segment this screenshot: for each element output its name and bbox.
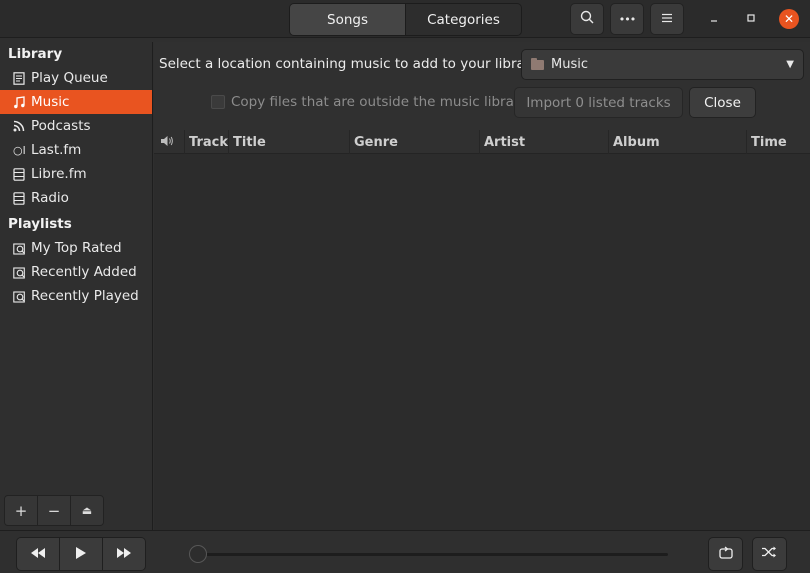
sidebar-item-label: Recently Added bbox=[31, 264, 137, 280]
previous-button[interactable] bbox=[17, 538, 59, 570]
search-icon bbox=[580, 10, 594, 28]
window-close-button[interactable]: ✕ bbox=[779, 9, 799, 29]
chevron-down-icon: ▼ bbox=[786, 59, 794, 70]
sidebar-item-label: Play Queue bbox=[31, 70, 108, 86]
close-button[interactable]: Close bbox=[689, 87, 756, 118]
table-header: Track Title Genre Artist Album Time bbox=[154, 130, 810, 154]
search-button[interactable] bbox=[570, 3, 604, 35]
repeat-icon bbox=[718, 545, 733, 563]
speaker-icon bbox=[160, 135, 174, 150]
column-title[interactable]: Title bbox=[228, 130, 349, 154]
location-value: Music bbox=[551, 57, 588, 72]
tab-songs[interactable]: Songs bbox=[290, 4, 405, 35]
smart-playlist-icon bbox=[13, 266, 31, 279]
column-album[interactable]: Album bbox=[608, 130, 746, 154]
shuffle-button[interactable] bbox=[752, 537, 787, 571]
eject-button[interactable]: ⏏ bbox=[70, 496, 103, 525]
sidebar-item-label: Recently Played bbox=[31, 288, 139, 304]
sidebar-item-label: My Top Rated bbox=[31, 240, 122, 256]
main-panel: Select a location containing music to ad… bbox=[154, 42, 810, 530]
menu-button[interactable] bbox=[650, 3, 684, 35]
previous-icon bbox=[31, 547, 45, 561]
play-queue-icon bbox=[13, 71, 31, 85]
column-genre[interactable]: Genre bbox=[349, 130, 479, 154]
column-playing[interactable] bbox=[154, 130, 184, 154]
location-label: Select a location containing music to ad… bbox=[159, 56, 542, 72]
sidebar-item-radio[interactable]: Radio bbox=[0, 186, 152, 210]
sidebar-item-recently-played[interactable]: Recently Played bbox=[0, 284, 152, 308]
librefm-icon bbox=[13, 167, 31, 181]
column-artist[interactable]: Artist bbox=[479, 130, 608, 154]
next-button[interactable] bbox=[102, 538, 145, 570]
import-bar: Select a location containing music to ad… bbox=[154, 42, 810, 130]
copy-files-checkbox[interactable]: Copy files that are outside the music li… bbox=[211, 94, 527, 110]
sidebar-item-label: Last.fm bbox=[31, 142, 82, 158]
lastfm-icon: ○ⅼ bbox=[13, 143, 26, 157]
seek-handle[interactable] bbox=[189, 545, 207, 563]
minimize-button[interactable] bbox=[704, 9, 724, 29]
playlists-heading: Playlists bbox=[8, 216, 72, 232]
sidebar-item-recently-added[interactable]: Recently Added bbox=[0, 260, 152, 284]
add-icon: + bbox=[14, 501, 28, 520]
next-icon bbox=[117, 547, 131, 561]
more-icon: ••• bbox=[618, 12, 636, 26]
play-button[interactable] bbox=[59, 538, 102, 570]
library-heading: Library bbox=[8, 46, 63, 62]
sidebar-item-label: Podcasts bbox=[31, 118, 91, 134]
sidebar-item-librefm[interactable]: Libre.fm bbox=[0, 162, 152, 186]
smart-playlist-icon bbox=[13, 242, 31, 255]
player-bar bbox=[0, 530, 810, 573]
sidebar: Library Play Queue Music Podcasts ○ⅼ Las… bbox=[0, 42, 153, 530]
sidebar-item-lastfm[interactable]: ○ⅼ Last.fm bbox=[0, 138, 152, 162]
header-bar: Songs Categories ••• ✕ bbox=[0, 0, 810, 38]
eject-icon: ⏏ bbox=[81, 504, 93, 517]
column-time[interactable]: Time bbox=[746, 130, 810, 154]
remove-playlist-button[interactable]: − bbox=[37, 496, 70, 525]
column-track[interactable]: Track bbox=[184, 130, 228, 154]
close-icon: ✕ bbox=[779, 9, 799, 29]
maximize-button[interactable] bbox=[741, 9, 761, 29]
sidebar-item-label: Libre.fm bbox=[31, 166, 87, 182]
view-switcher: Songs Categories bbox=[289, 3, 522, 36]
maximize-icon bbox=[746, 12, 756, 26]
smart-playlist-icon bbox=[13, 290, 31, 303]
sidebar-item-label: Radio bbox=[31, 190, 69, 206]
transport-controls bbox=[16, 537, 146, 571]
sidebar-actions: + − ⏏ bbox=[4, 495, 104, 526]
sidebar-item-podcasts[interactable]: Podcasts bbox=[0, 114, 152, 138]
repeat-button[interactable] bbox=[708, 537, 743, 571]
sidebar-item-label: Music bbox=[31, 94, 70, 110]
more-button[interactable]: ••• bbox=[610, 3, 644, 35]
sidebar-item-my-top-rated[interactable]: My Top Rated bbox=[0, 236, 152, 260]
checkbox-box[interactable] bbox=[211, 95, 225, 109]
radio-icon bbox=[13, 191, 31, 205]
minimize-icon bbox=[709, 12, 719, 26]
play-icon bbox=[76, 546, 86, 562]
remove-icon: − bbox=[47, 501, 61, 520]
copy-files-label: Copy files that are outside the music li… bbox=[231, 94, 528, 110]
tab-categories[interactable]: Categories bbox=[405, 4, 521, 35]
shuffle-icon bbox=[762, 546, 777, 562]
menu-icon bbox=[661, 12, 673, 27]
podcast-icon bbox=[13, 120, 31, 132]
sidebar-item-play-queue[interactable]: Play Queue bbox=[0, 66, 152, 90]
add-playlist-button[interactable]: + bbox=[5, 496, 37, 525]
sidebar-item-music[interactable]: Music bbox=[0, 90, 152, 114]
import-button[interactable]: Import 0 listed tracks bbox=[514, 87, 683, 118]
folder-icon bbox=[531, 57, 544, 70]
music-note-icon bbox=[13, 95, 31, 109]
location-combo[interactable]: Music ▼ bbox=[521, 49, 804, 80]
seek-bar[interactable] bbox=[198, 553, 668, 556]
